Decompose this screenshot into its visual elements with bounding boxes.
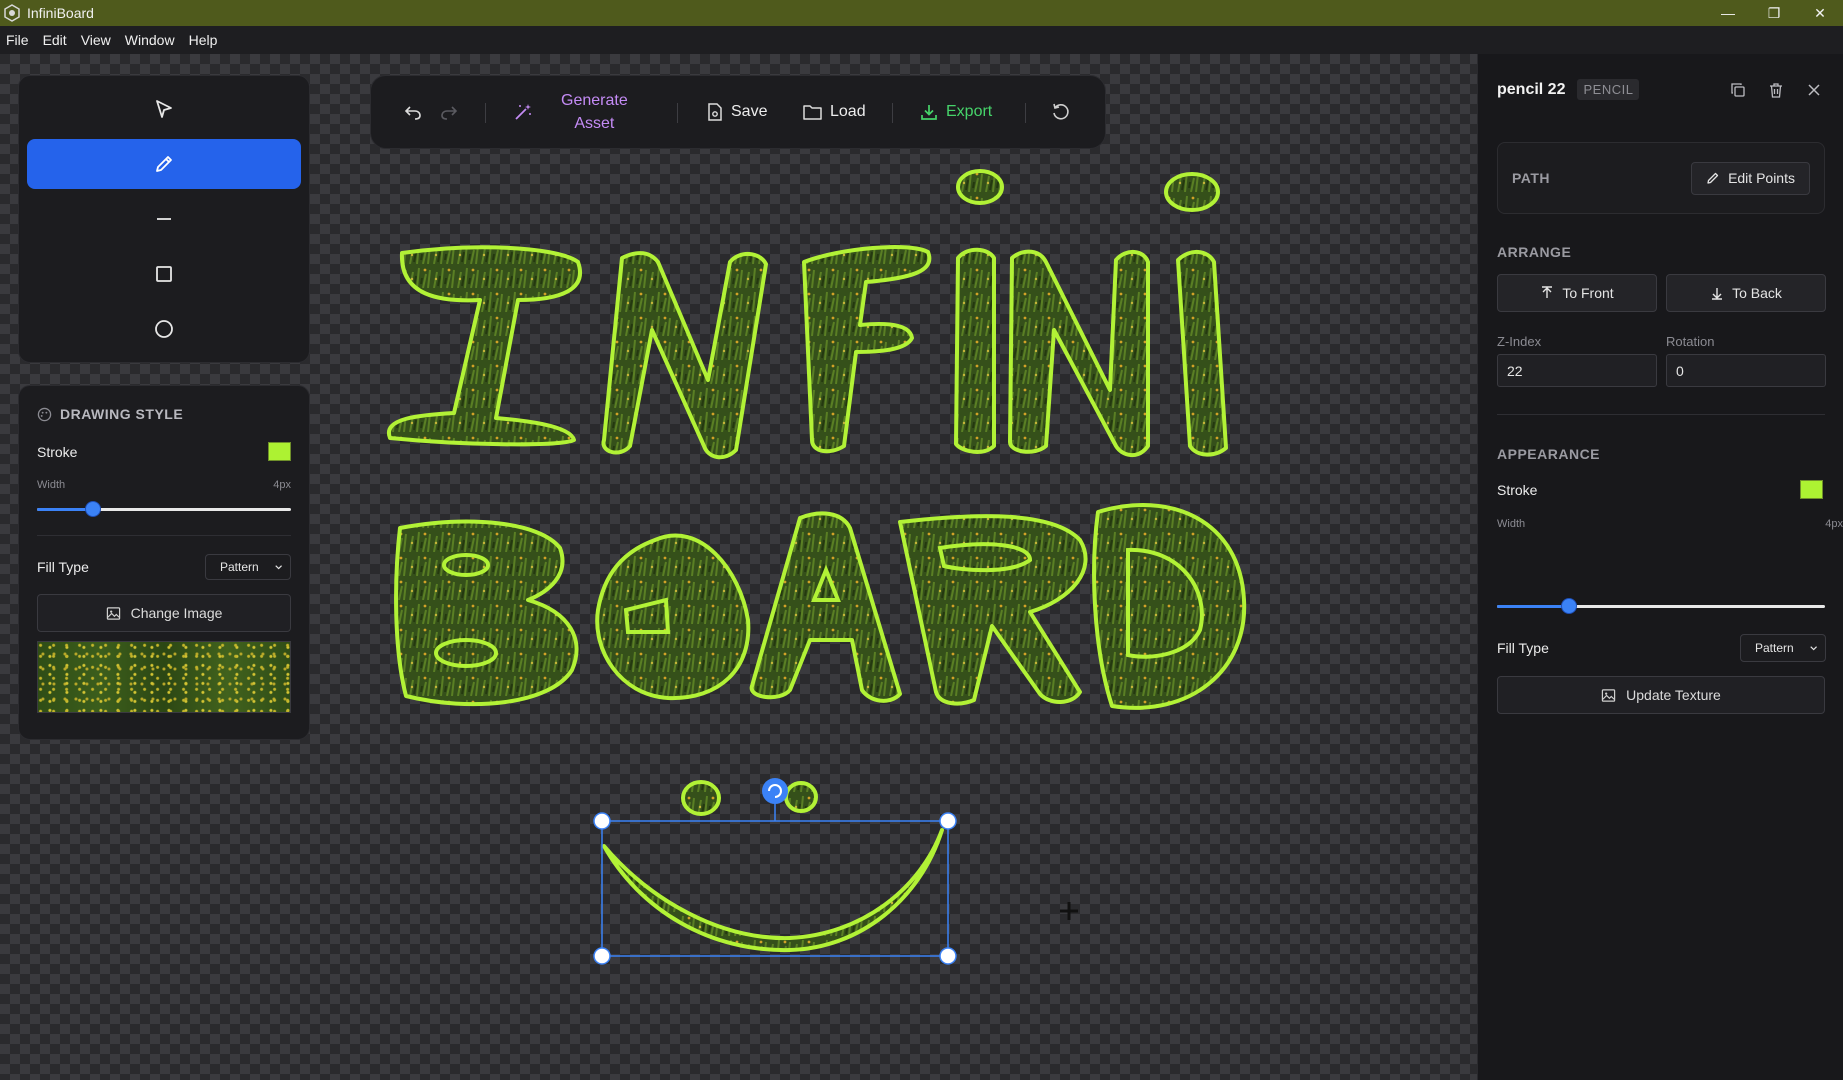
delete-button[interactable] [1767,81,1785,99]
drawing-style-title: DRAWING STYLE [60,406,184,422]
app-icon [4,4,20,22]
object-type-badge: PENCIL [1577,79,1640,100]
line-tool-button[interactable] [27,194,301,244]
update-texture-button[interactable]: Update Texture [1497,676,1825,714]
download-icon [921,105,937,120]
object-title: pencil 22 [1497,80,1566,98]
zindex-label: Z-Index [1497,334,1542,349]
magic-wand-icon [515,104,531,120]
palette-icon [37,407,52,421]
reset-button[interactable] [1052,103,1070,121]
rectangle-tool-button[interactable] [27,249,301,299]
folder-icon [803,105,822,120]
pencil-strokes [386,169,1247,953]
circle-icon [155,320,173,338]
cursor-arrow-icon [156,100,172,118]
rotation-label: Rotation [1666,334,1715,349]
chevron-down-icon [1810,645,1817,650]
fill-type-label: Fill Type [37,559,89,575]
maximize-button[interactable]: ❐ [1751,0,1797,26]
arrange-title: ARRANGE [1497,244,1572,260]
drawing-style-panel: DRAWING STYLE Stroke Width 4px Fill Type… [18,385,310,740]
stroke-label: Stroke [37,443,78,460]
menu-window[interactable]: Window [118,32,182,48]
main-toolbar: Generate Asset Save Load Export [370,75,1106,149]
redo-button[interactable] [440,103,458,121]
menu-bar: File Edit View Window Help [0,26,1843,54]
close-window-button[interactable]: ✕ [1797,0,1843,26]
appearance-title: APPEARANCE [1497,446,1601,462]
save-file-icon [708,103,722,121]
generate-asset-button[interactable]: Generate Asset [513,89,628,135]
properties-panel: pencil 22 PENCIL PATH Edit Points ARRANG… [1477,54,1843,1080]
to-back-button[interactable]: To Back [1666,274,1826,312]
texture-preview [37,641,291,713]
stroke-color-swatch[interactable] [268,442,291,461]
edit-points-button[interactable]: Edit Points [1691,161,1810,195]
ellipse-tool-button[interactable] [27,304,301,354]
appearance-fill-type-label: Fill Type [1497,640,1549,656]
refresh-icon [1053,103,1069,120]
image-icon [106,606,120,620]
rotation-input[interactable]: 0 [1666,354,1826,387]
crosshair-cursor [1060,902,1078,920]
arrow-down-icon [1712,288,1723,300]
menu-edit[interactable]: Edit [36,32,74,48]
zindex-input[interactable]: 22 [1497,354,1657,387]
pencil-tool-button[interactable] [27,139,301,189]
appearance-width-slider-handle[interactable] [1561,598,1578,614]
copy-icon [1731,83,1745,97]
appearance-width-slider[interactable] [1497,598,1825,614]
menu-help[interactable]: Help [182,32,225,48]
image-icon [1601,688,1616,702]
chevron-down-icon [275,564,282,569]
fill-type-select[interactable]: Pattern [205,554,291,580]
appearance-width-value: 4px [1825,518,1843,530]
save-button[interactable]: Save [707,103,767,121]
width-value: 4px [273,479,291,491]
load-button[interactable]: Load [803,103,866,121]
to-front-button[interactable]: To Front [1497,274,1657,312]
width-label: Width [37,479,66,491]
pencil-icon [156,156,172,172]
path-title: PATH [1512,170,1551,186]
appearance-fill-type-select[interactable]: Pattern [1740,634,1826,662]
appearance-stroke-label: Stroke [1497,482,1538,498]
title-bar: InfiniBoard — ❐ ✕ [0,0,1843,26]
redo-icon [441,106,458,120]
pencil-icon [1707,172,1719,184]
line-icon [157,218,171,220]
generate-label-1: Generate [561,92,628,109]
close-icon [1808,84,1820,96]
undo-button[interactable] [404,103,422,121]
change-image-button[interactable]: Change Image [37,594,291,632]
select-tool-button[interactable] [27,84,301,134]
trash-icon [1770,83,1782,98]
minimize-button[interactable]: — [1705,0,1751,26]
menu-view[interactable]: View [74,32,118,48]
window-title: InfiniBoard [27,5,94,21]
width-slider[interactable] [37,501,291,517]
export-button[interactable]: Export [920,103,992,121]
menu-file[interactable]: File [0,32,36,48]
arrow-up-icon [1542,286,1553,298]
width-slider-handle[interactable] [84,501,101,517]
path-section: PATH Edit Points [1497,142,1825,214]
undo-icon [404,106,421,120]
appearance-stroke-swatch[interactable] [1800,480,1823,499]
generate-label-2: Asset [574,115,615,132]
tool-panel [18,75,310,363]
square-icon [156,266,172,282]
duplicate-button[interactable] [1729,81,1747,99]
close-panel-button[interactable] [1805,81,1823,99]
